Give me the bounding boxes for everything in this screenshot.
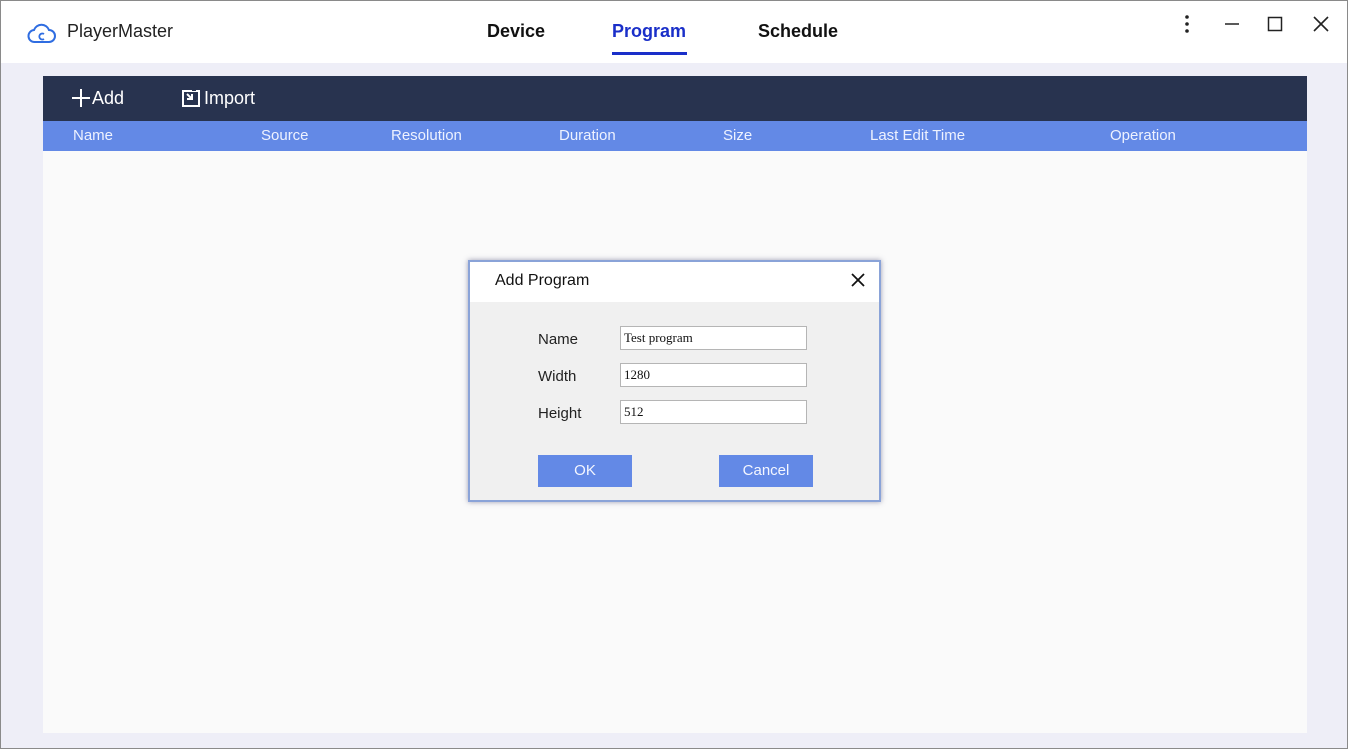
- height-label: Height: [538, 405, 582, 422]
- more-vertical-icon[interactable]: [1173, 9, 1201, 39]
- dialog-header: Add Program: [470, 262, 879, 302]
- name-label: Name: [538, 331, 579, 348]
- name-input[interactable]: [620, 326, 807, 350]
- app-title: PlayerMaster: [67, 21, 174, 41]
- height-input[interactable]: [620, 400, 807, 424]
- column-header-last-edit-time: Last Edit Time: [870, 127, 966, 144]
- minimize-icon[interactable]: [1218, 9, 1246, 39]
- cancel-button[interactable]: Cancel: [719, 455, 813, 487]
- import-icon: [182, 88, 200, 107]
- width-input[interactable]: [620, 363, 807, 387]
- title-bar: PlayerMaster Device Program Schedule: [1, 1, 1347, 63]
- column-header-resolution: Resolution: [391, 127, 462, 144]
- plus-icon: [72, 89, 90, 107]
- program-toolbar: Add Import: [43, 76, 1307, 121]
- width-label: Width: [538, 368, 577, 385]
- table-header: Name Source Resolution Duration Size Las…: [43, 121, 1307, 151]
- column-header-operation: Operation: [1110, 127, 1176, 144]
- tab-program[interactable]: Program: [612, 21, 686, 42]
- column-header-source: Source: [261, 127, 309, 144]
- app-window: PlayerMaster Device Program Schedule Add: [0, 0, 1348, 749]
- tab-device[interactable]: Device: [487, 21, 545, 42]
- dialog-close-icon[interactable]: [848, 270, 868, 290]
- add-button[interactable]: Add: [71, 86, 137, 112]
- add-label: Add: [92, 88, 125, 108]
- column-header-duration: Duration: [559, 127, 616, 144]
- add-program-dialog: Add Program Name Width Height OK Cancel: [468, 260, 881, 502]
- column-header-size: Size: [723, 127, 753, 144]
- maximize-icon[interactable]: [1261, 9, 1289, 39]
- close-icon[interactable]: [1307, 9, 1335, 39]
- column-header-name: Name: [73, 127, 114, 144]
- import-label: Import: [204, 88, 256, 108]
- dialog-title: Add Program: [495, 272, 590, 289]
- active-tab-indicator: [612, 52, 687, 55]
- import-button[interactable]: Import: [180, 86, 270, 112]
- cloud-logo-icon: [27, 23, 56, 43]
- ok-button[interactable]: OK: [538, 455, 632, 487]
- tab-schedule[interactable]: Schedule: [758, 21, 838, 42]
